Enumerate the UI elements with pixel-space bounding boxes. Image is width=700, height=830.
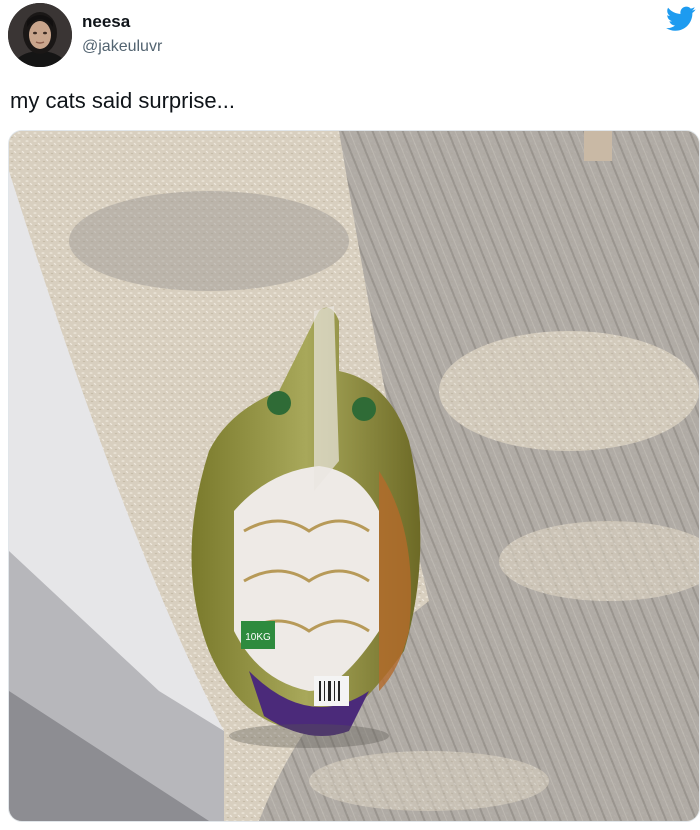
avatar[interactable] <box>8 3 72 67</box>
avatar-image <box>8 3 72 67</box>
twitter-bird-icon[interactable] <box>666 6 696 32</box>
display-name[interactable]: neesa <box>82 12 130 32</box>
bag-weight-label: 10KG <box>245 632 271 643</box>
user-handle[interactable]: @jakeuluvr <box>82 38 162 56</box>
tweet-header: neesa @jakeuluvr <box>0 0 700 80</box>
photo: 10KG <box>9 131 699 821</box>
tweet-photo[interactable]: 10KG <box>8 130 700 822</box>
tweet-text: my cats said surprise... <box>10 88 235 113</box>
